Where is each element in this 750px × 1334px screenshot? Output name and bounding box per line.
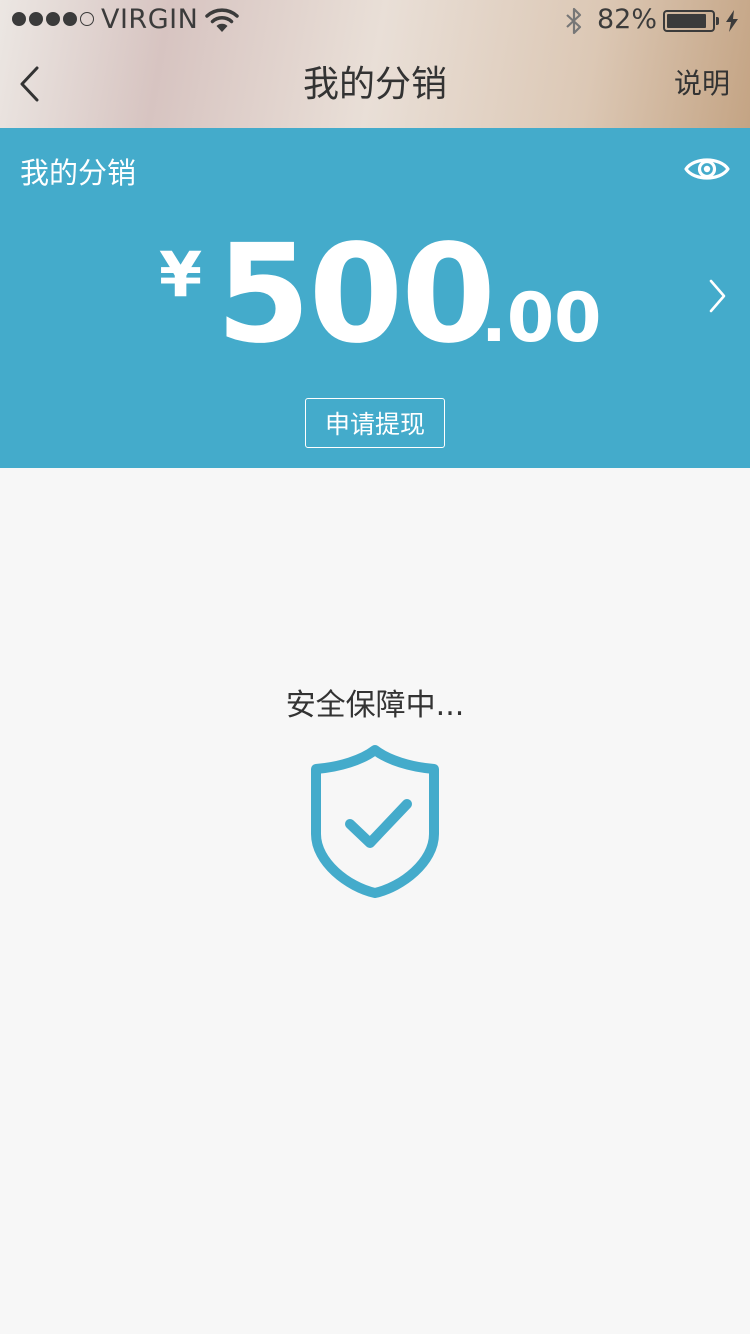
eye-icon[interactable] <box>684 152 730 186</box>
balance-amount: ¥ 500 .00 <box>0 220 750 370</box>
wifi-icon <box>205 8 239 32</box>
header: VIRGIN 82% 我的分销 说明 <box>0 0 750 128</box>
bluetooth-icon <box>566 7 582 35</box>
shield-check-icon <box>311 745 439 898</box>
page-title: 我的分销 <box>302 64 447 105</box>
card-title: 我的分销 <box>20 156 137 190</box>
help-button[interactable]: 说明 <box>674 64 730 104</box>
currency-symbol: ¥ <box>159 238 203 311</box>
signal-dots-icon <box>12 12 94 26</box>
balance-card: 我的分销 ¥ 500 .00 申请提现 <box>0 128 750 468</box>
status-bar: VIRGIN 82% <box>0 0 750 40</box>
amount-integer: 500 <box>216 216 496 374</box>
carrier-name: VIRGIN <box>101 4 199 35</box>
withdraw-button[interactable]: 申请提现 <box>305 398 445 448</box>
battery-icon <box>663 10 719 32</box>
amount-decimal: .00 <box>481 279 602 358</box>
charging-bolt-icon <box>726 10 738 32</box>
security-status-text: 安全保障中... <box>285 688 465 723</box>
battery-percent: 82% <box>597 4 658 35</box>
chevron-right-icon[interactable] <box>708 278 728 314</box>
